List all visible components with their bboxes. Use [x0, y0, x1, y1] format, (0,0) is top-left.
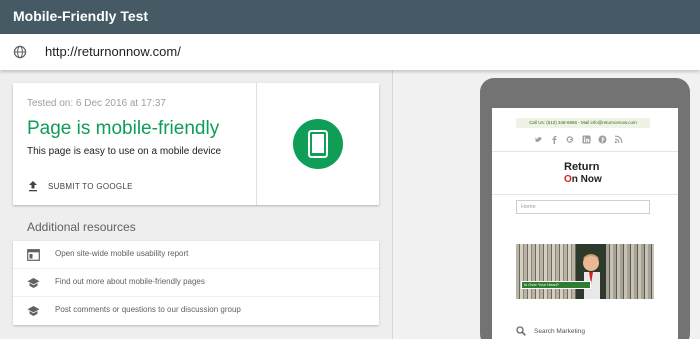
phone-frame: Call Us: (512) 348-6868 - Mail info@retu… [480, 78, 690, 339]
logo-line-2: On Now [564, 174, 602, 185]
resource-item-discussion-group[interactable]: Post comments or questions to our discus… [13, 297, 379, 325]
linkedin-icon [582, 135, 591, 144]
globe-icon [13, 45, 27, 59]
result-description: This page is easy to use on a mobile dev… [27, 146, 221, 157]
preview-menu-select: Home [516, 200, 650, 214]
results-pane: Tested on: 6 Dec 2016 at 17:37 Page is m… [0, 70, 392, 339]
result-headline: Page is mobile-friendly [27, 118, 220, 139]
search-icon [516, 326, 526, 336]
page-preview[interactable]: Call Us: (512) 348-6868 - Mail info@retu… [492, 108, 678, 339]
banner-caption: Is Over Your Head? [521, 281, 591, 289]
resource-item-label: Open site-wide mobile usability report [55, 249, 189, 258]
mobile-friendly-badge [293, 119, 343, 169]
logo-mark: O [564, 174, 572, 185]
twitter-icon [534, 135, 543, 144]
child-photo [583, 254, 600, 299]
resource-item-label: Find out more about mobile-friendly page… [55, 277, 205, 286]
card-divider [256, 83, 257, 205]
smartphone-icon [308, 130, 328, 158]
url-bar[interactable]: http://returnonnow.com/ [0, 34, 700, 70]
preview-social-icons [534, 135, 623, 144]
resource-item-learn-more[interactable]: Find out more about mobile-friendly page… [13, 269, 379, 297]
rss-icon [614, 135, 623, 144]
bookshelf-image-left [516, 244, 576, 299]
resources-list: Open site-wide mobile usability report F… [13, 241, 379, 325]
url-text[interactable]: http://returnonnow.com/ [45, 44, 181, 59]
result-card: Tested on: 6 Dec 2016 at 17:37 Page is m… [13, 83, 379, 205]
preview-pane: Call Us: (512) 348-6868 - Mail info@retu… [393, 70, 700, 339]
resource-item-usability-report[interactable]: Open site-wide mobile usability report [13, 241, 379, 269]
facebook-icon [550, 135, 559, 144]
logo-line-2-text: n Now [571, 174, 602, 185]
preview-search-marketing: Search Marketing [516, 326, 585, 336]
upload-icon [29, 181, 37, 192]
logo-line-1: Return [564, 161, 600, 173]
preview-hero-image: Is Over Your Head? [516, 244, 654, 299]
report-icon [27, 249, 40, 261]
school-icon [27, 278, 40, 288]
submit-to-google-button[interactable]: SUBMIT TO GOOGLE [27, 179, 133, 193]
search-marketing-label: Search Marketing [534, 327, 585, 335]
preview-divider [492, 194, 678, 195]
app-bar: Mobile-Friendly Test [0, 0, 700, 34]
bookshelf-image-right [606, 244, 654, 299]
additional-resources-heading: Additional resources [27, 220, 136, 234]
tested-on-text: Tested on: 6 Dec 2016 at 17:37 [27, 98, 166, 109]
site-logo: Return On Now [562, 161, 612, 189]
submit-to-google-label: SUBMIT TO GOOGLE [48, 181, 133, 191]
google-plus-icon [566, 135, 575, 144]
pinterest-icon [598, 135, 607, 144]
resource-item-label: Post comments or questions to our discus… [55, 305, 241, 314]
app-title: Mobile-Friendly Test [13, 8, 149, 24]
school-icon [27, 306, 40, 316]
preview-contact-bar: Call Us: (512) 348-6868 - Mail info@retu… [516, 118, 650, 128]
preview-divider [492, 151, 678, 152]
